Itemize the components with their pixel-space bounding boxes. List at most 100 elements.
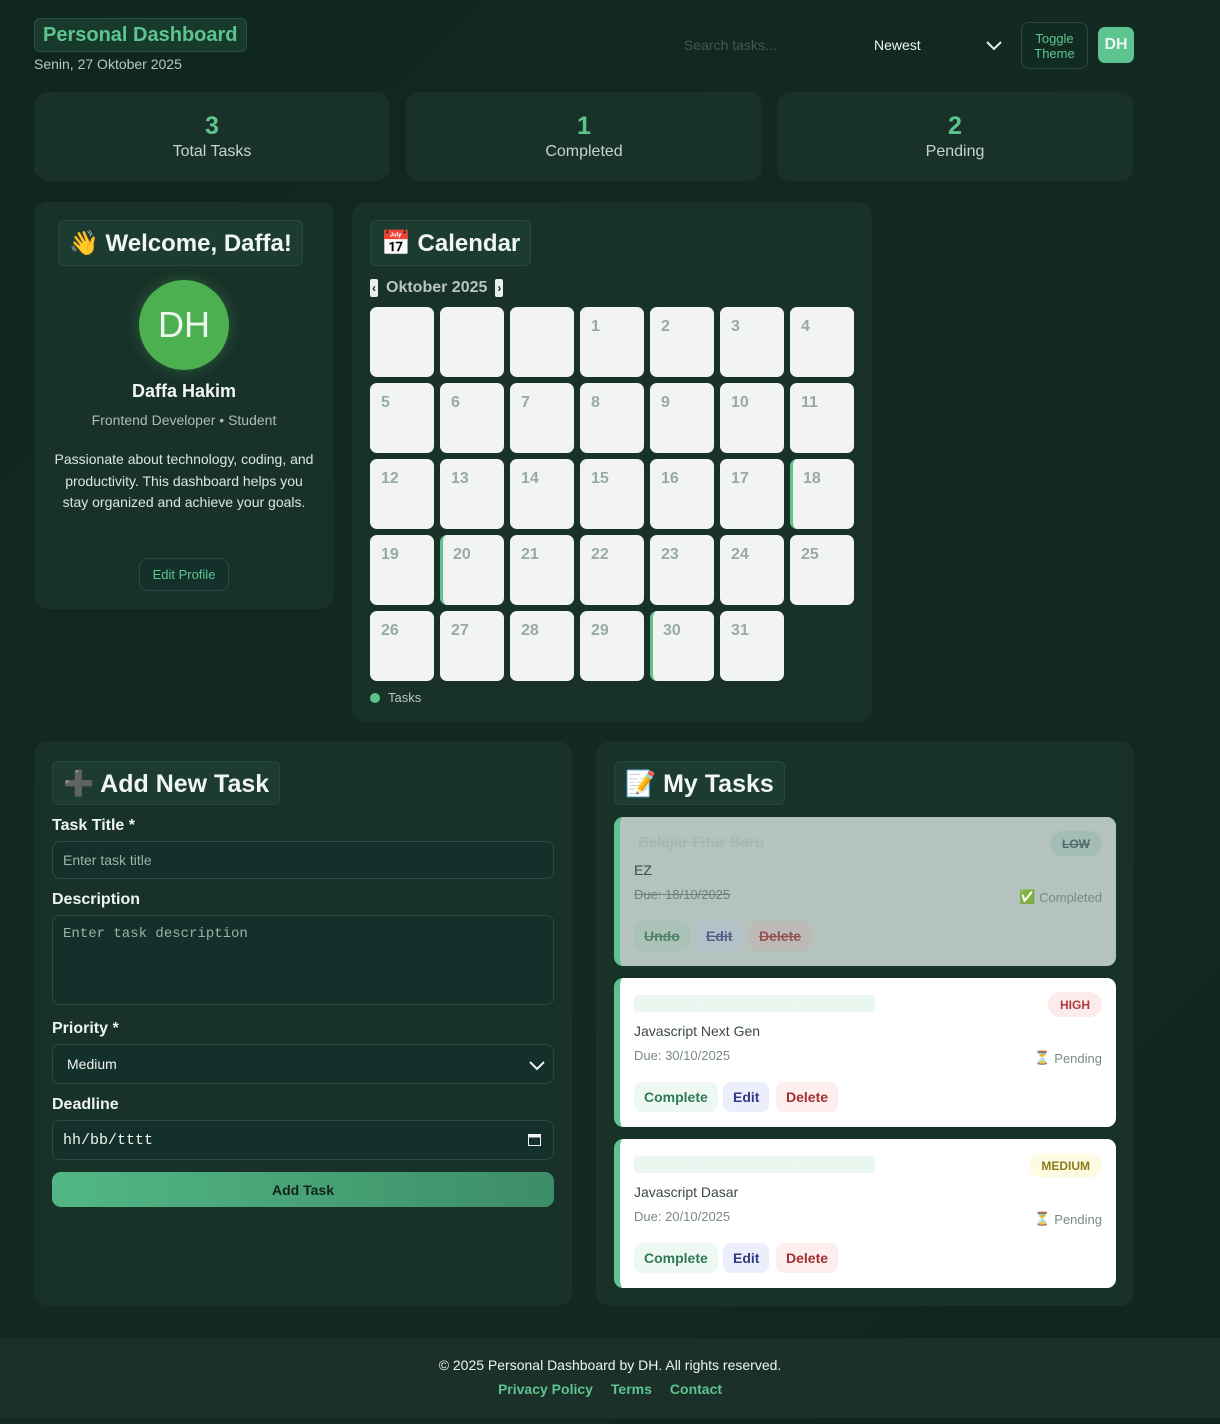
description-label: Description xyxy=(52,891,141,908)
task-description: Javascript Dasar xyxy=(634,1184,739,1200)
calendar-day[interactable]: 21 xyxy=(510,535,574,605)
chevron-down-icon xyxy=(986,41,1002,51)
calendar-day[interactable]: 19 xyxy=(370,535,434,605)
task-status: ⏳ Pending xyxy=(1034,1050,1102,1066)
profile-role: Frontend Developer • Student xyxy=(91,412,277,428)
delete-button[interactable]: Delete xyxy=(749,921,812,951)
contact-link[interactable]: Contact xyxy=(670,1381,722,1397)
stat-card-total: 3 Total Tasks xyxy=(34,92,390,181)
calendar-day[interactable]: 1 xyxy=(580,307,644,377)
footer-copyright: © 2025 Personal Dashboard by DH. All rig… xyxy=(438,1357,782,1373)
stat-label: Total Tasks xyxy=(172,143,252,160)
calendar-day[interactable]: 20 xyxy=(440,535,504,605)
task-due-date: Due: 18/10/2025 xyxy=(634,887,731,902)
calendar-day[interactable]: 13 xyxy=(440,459,504,529)
terms-link[interactable]: Terms xyxy=(611,1381,652,1397)
task-title: Belajar Fitur Baru xyxy=(638,834,764,851)
hourglass-icon: ⏳ xyxy=(1034,1050,1051,1065)
profile-name: Daffa Hakim xyxy=(131,381,237,401)
hourglass-icon: ⏳ xyxy=(1034,1211,1051,1226)
calendar-day[interactable]: 3 xyxy=(720,307,784,377)
task-title-label: Task Title * xyxy=(52,817,135,834)
avatar[interactable]: DH xyxy=(1098,27,1134,63)
calendar-day[interactable]: 17 xyxy=(720,459,784,529)
deadline-placeholder: hh/bb/tttt xyxy=(63,1131,154,1149)
stat-value: 2 xyxy=(948,112,962,140)
task-title: Belajar Pemrograman Javascript xyxy=(634,1156,876,1173)
toggle-theme-button[interactable]: Toggle Theme xyxy=(1021,22,1088,69)
delete-button[interactable]: Delete xyxy=(776,1243,839,1273)
calendar-day[interactable]: 31 xyxy=(720,611,784,681)
welcome-title: 👋 Welcome, Daffa! xyxy=(58,220,303,266)
calendar-day[interactable]: 14 xyxy=(510,459,574,529)
complete-button[interactable]: Complete xyxy=(634,1082,718,1112)
edit-button[interactable]: Edit xyxy=(723,1082,770,1112)
calendar-day[interactable]: 10 xyxy=(720,383,784,453)
calendar-day[interactable]: 29 xyxy=(580,611,644,681)
calendar-day[interactable]: 15 xyxy=(580,459,644,529)
search-input[interactable] xyxy=(684,34,854,56)
calendar-day[interactable]: 9 xyxy=(650,383,714,453)
deadline-input[interactable]: hh/bb/tttt xyxy=(52,1120,554,1160)
task-due-date: Due: 30/10/2025 xyxy=(634,1048,731,1063)
calendar-day[interactable]: 11 xyxy=(790,383,854,453)
sort-select[interactable]: Newest xyxy=(874,32,1004,58)
calendar-day[interactable]: 5 xyxy=(370,383,434,453)
calendar-legend: Tasks xyxy=(370,690,421,705)
footer: © 2025 Personal Dashboard by DH. All rig… xyxy=(0,1338,1220,1418)
priority-badge-high: HIGH xyxy=(1048,992,1102,1017)
task-item: Belajar Pemrograman Javascript HIGH Java… xyxy=(614,978,1116,1127)
calendar-month: Oktober 2025 xyxy=(386,279,488,296)
task-description: EZ xyxy=(634,862,652,878)
stat-value: 3 xyxy=(205,112,219,140)
add-task-button[interactable]: Add Task xyxy=(52,1172,554,1207)
stat-value: 1 xyxy=(577,112,591,140)
calendar-day[interactable]: 26 xyxy=(370,611,434,681)
calendar-day[interactable]: 16 xyxy=(650,459,714,529)
undo-button[interactable]: Undo xyxy=(634,921,690,951)
calendar-day[interactable]: 23 xyxy=(650,535,714,605)
calendar-day[interactable]: 24 xyxy=(720,535,784,605)
calendar-day[interactable]: 18 xyxy=(790,459,854,529)
footer-links: Privacy Policy Terms Contact xyxy=(0,1381,1220,1397)
privacy-policy-link[interactable]: Privacy Policy xyxy=(498,1381,593,1397)
legend-dot-icon xyxy=(370,692,380,703)
complete-button[interactable]: Complete xyxy=(634,1243,718,1273)
calendar-day[interactable]: 6 xyxy=(440,383,504,453)
description-textarea[interactable] xyxy=(52,915,554,1005)
calendar-day[interactable]: 7 xyxy=(510,383,574,453)
task-status: ⏳ Pending xyxy=(1034,1211,1102,1227)
my-tasks-title: 📝 My Tasks xyxy=(614,761,785,805)
chevron-left-icon[interactable]: ‹ xyxy=(370,279,378,297)
calendar-day[interactable]: 22 xyxy=(580,535,644,605)
edit-button[interactable]: Edit xyxy=(696,921,743,951)
stat-card-completed: 1 Completed xyxy=(406,92,762,181)
chevron-right-icon[interactable]: › xyxy=(495,279,504,297)
check-icon: ✅ xyxy=(1018,889,1036,904)
calendar-day[interactable]: 8 xyxy=(580,383,644,453)
calendar-day[interactable]: 4 xyxy=(790,307,854,377)
legend-label: Tasks xyxy=(388,690,422,705)
edit-profile-button[interactable]: Edit Profile xyxy=(139,558,229,591)
delete-button[interactable]: Delete xyxy=(776,1082,839,1112)
task-item: Belajar Fitur Baru LOW EZ Due: 18/10/202… xyxy=(614,817,1116,966)
calendar-day[interactable]: 12 xyxy=(370,459,434,529)
calendar-day[interactable]: 27 xyxy=(440,611,504,681)
calendar-day[interactable]: 28 xyxy=(510,611,574,681)
calendar-card: 📅 Calendar ‹ Oktober 2025 › 1 2 3 4 5 6 7 8 9 10 1… xyxy=(352,202,872,722)
calendar-day[interactable]: 30 xyxy=(650,611,714,681)
edit-button[interactable]: Edit xyxy=(723,1243,770,1273)
calendar-day[interactable]: 2 xyxy=(650,307,714,377)
priority-select[interactable]: Medium xyxy=(52,1044,554,1084)
calendar-empty-cell xyxy=(510,307,574,377)
calendar-day[interactable]: 25 xyxy=(790,535,854,605)
sort-select-value: Newest xyxy=(874,37,921,53)
calendar-icon[interactable] xyxy=(528,1133,541,1146)
app-title: Personal Dashboard xyxy=(34,18,247,52)
profile-avatar: DH xyxy=(139,280,229,370)
task-description: Javascript Next Gen xyxy=(634,1023,761,1039)
profile-card: 👋 Welcome, Daffa! DH Daffa Hakim Fronten… xyxy=(34,202,334,609)
task-title-input[interactable] xyxy=(52,841,554,879)
chevron-down-icon xyxy=(529,1061,545,1071)
priority-badge-medium: MEDIUM xyxy=(1029,1153,1102,1178)
